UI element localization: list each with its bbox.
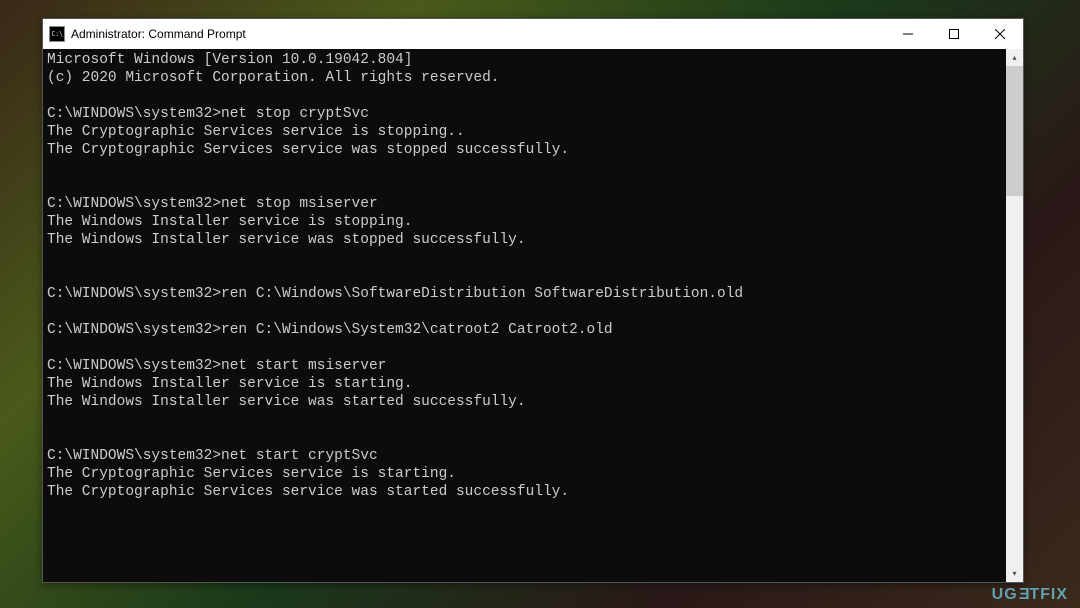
watermark-right: TFIX [1029,586,1068,603]
scroll-up-button[interactable]: ▴ [1006,49,1023,66]
watermark-left: UG [992,586,1018,603]
close-icon [995,29,1005,39]
scroll-down-button[interactable]: ▾ [1006,565,1023,582]
watermark: UGETFIX [992,586,1068,604]
minimize-icon [903,29,913,39]
terminal-area: Microsoft Windows [Version 10.0.19042.80… [43,49,1023,582]
maximize-icon [949,29,959,39]
window-title: Administrator: Command Prompt [71,27,885,41]
terminal-output[interactable]: Microsoft Windows [Version 10.0.19042.80… [43,49,1006,582]
window-controls [885,19,1023,49]
cmd-icon: C:\ [49,26,65,42]
watermark-e: E [1018,586,1030,604]
maximize-button[interactable] [931,19,977,49]
titlebar[interactable]: C:\ Administrator: Command Prompt [43,19,1023,49]
close-button[interactable] [977,19,1023,49]
vertical-scrollbar[interactable]: ▴ ▾ [1006,49,1023,582]
scroll-thumb[interactable] [1006,66,1023,196]
command-prompt-window: C:\ Administrator: Command Prompt Micros… [42,18,1024,583]
minimize-button[interactable] [885,19,931,49]
